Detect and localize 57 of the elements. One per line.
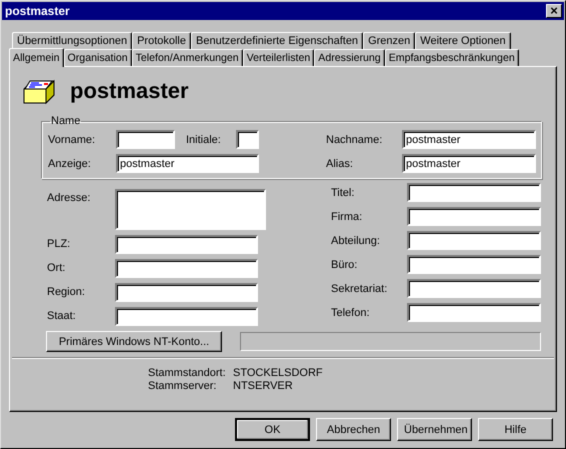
tab[interactable]: Protokolle [132,32,191,49]
tab[interactable]: Benutzerdefinierte Eigenschaften [191,32,364,49]
input-field[interactable] [115,307,258,326]
tab[interactable]: Empfangsbeschränkungen [384,49,519,66]
field-label: Firma: [331,210,364,222]
field-label: Vorname: [48,134,96,146]
field-label: Sekretariat: [331,282,388,294]
input-field[interactable] [407,255,541,274]
tab[interactable]: Adressierung [314,49,385,66]
field-label: PLZ: [47,237,72,250]
field-label: Nachname: [326,134,384,146]
input-field[interactable] [115,259,258,278]
field-label: Ort: [47,261,66,274]
dialog-button[interactable]: OK [235,418,310,441]
mailbox-name: postmaster [70,78,189,104]
tab[interactable]: Telefon/Anmerkungen [132,49,243,66]
field-label: Alias: [326,158,354,170]
input-field[interactable] [116,130,175,149]
field-label: Titel: [331,186,356,198]
field-label: Büro: [331,258,358,270]
info-value: STOCKELSDORF [233,367,323,379]
field-label: Telefon: [331,306,371,318]
input-field[interactable]: postmaster [116,154,259,173]
tab[interactable]: Weitere Optionen [415,32,511,49]
tab[interactable]: Allgemein [9,48,64,67]
input-field[interactable] [115,283,258,302]
info-label: Stammstandort: [148,367,227,379]
inbox-icon [22,77,56,105]
input-field[interactable] [115,189,266,230]
field-label: Adresse: [47,191,92,204]
input-field[interactable] [115,235,258,254]
close-button[interactable]: × [546,4,562,18]
dialog-button[interactable]: Hilfe [478,418,553,441]
info-value: NTSERVER [233,380,293,392]
input-field[interactable]: postmaster [402,130,536,149]
account-button[interactable]: Primäres Windows NT-Konto... [46,331,222,352]
tab[interactable]: Organisation [64,49,132,66]
field-label: Initiale: [186,134,222,146]
group-label: Name [50,115,82,127]
input-field[interactable] [407,279,541,298]
input-field[interactable] [407,183,541,202]
field-label: Staat: [47,309,77,322]
info-label: Stammserver: [148,380,218,392]
window-title: postmaster [5,4,70,18]
field-label: Region: [47,285,86,298]
tab[interactable]: Übermittlungsoptionen [12,32,132,49]
dialog-button[interactable]: Übernehmen [397,418,472,441]
tab[interactable]: Grenzen [363,32,416,49]
field-label: Anzeige: [48,158,92,170]
input-field[interactable] [407,231,541,250]
tab[interactable]: Verteilerlisten [242,49,314,66]
input-field[interactable] [407,207,541,226]
dialog-button[interactable]: Abbrechen [316,418,391,441]
input-field[interactable]: postmaster [402,154,536,173]
input-field[interactable] [407,303,541,322]
input-field[interactable] [236,130,259,149]
field-label: Abteilung: [331,234,381,246]
